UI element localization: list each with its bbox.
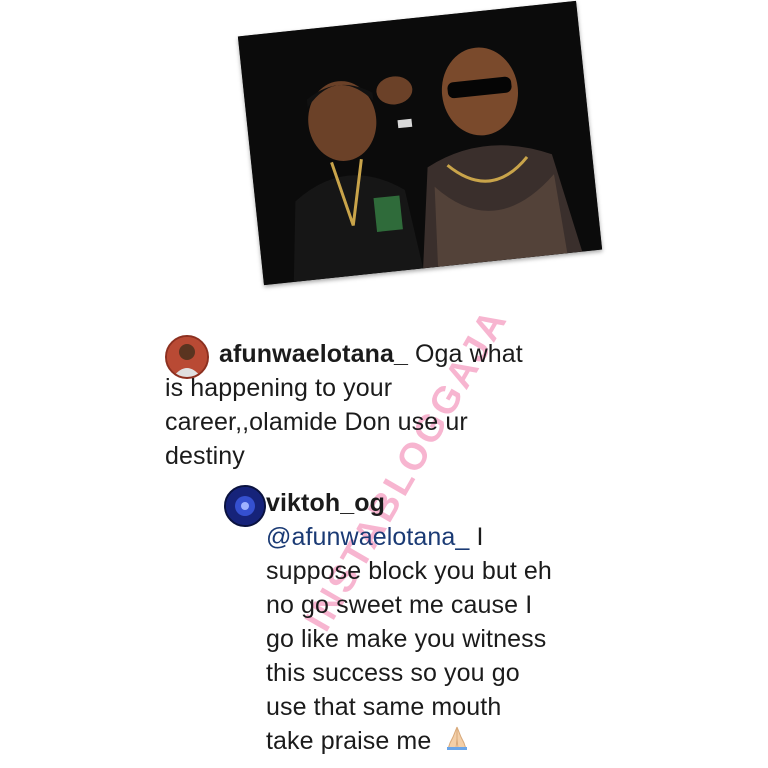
reply-line-1-rest: I: [469, 523, 484, 551]
avatar-icon: [167, 337, 207, 377]
reply-username[interactable]: viktoh_og: [266, 489, 385, 517]
reply-line-6: use that same mouth: [266, 693, 502, 721]
avatar-icon: [226, 487, 264, 525]
comment-line-3: career,,olamide Don use ur: [165, 408, 468, 436]
reply-line-4: go like make you witness: [266, 625, 547, 653]
comment-line-2: is happening to your: [165, 374, 393, 402]
photo-illustration: [237, 0, 603, 286]
comment-line-1: Oga what: [415, 340, 523, 368]
reply: viktoh_og @afunwaelotana_ I suppose bloc…: [224, 485, 564, 760]
praying-hands-icon: [444, 725, 470, 760]
post-photo: [237, 0, 603, 286]
reply-line-7: take praise me: [266, 727, 432, 755]
comment-text: afunwaelotana_ Oga what is happening to …: [165, 337, 585, 473]
reply-mention[interactable]: @afunwaelotana_: [266, 523, 469, 551]
reply-text: viktoh_og @afunwaelotana_ I suppose bloc…: [224, 486, 564, 760]
reply-line-2: suppose block you but eh: [266, 557, 552, 585]
reply-line-3: no go sweet me cause I: [266, 591, 533, 619]
avatar[interactable]: [224, 485, 266, 527]
reply-line-5: this success so you go: [266, 659, 520, 687]
avatar[interactable]: [165, 335, 209, 379]
comment: afunwaelotana_ Oga what is happening to …: [165, 335, 585, 473]
comment-line-4: destiny: [165, 442, 245, 470]
comment-username[interactable]: afunwaelotana_: [219, 340, 408, 368]
